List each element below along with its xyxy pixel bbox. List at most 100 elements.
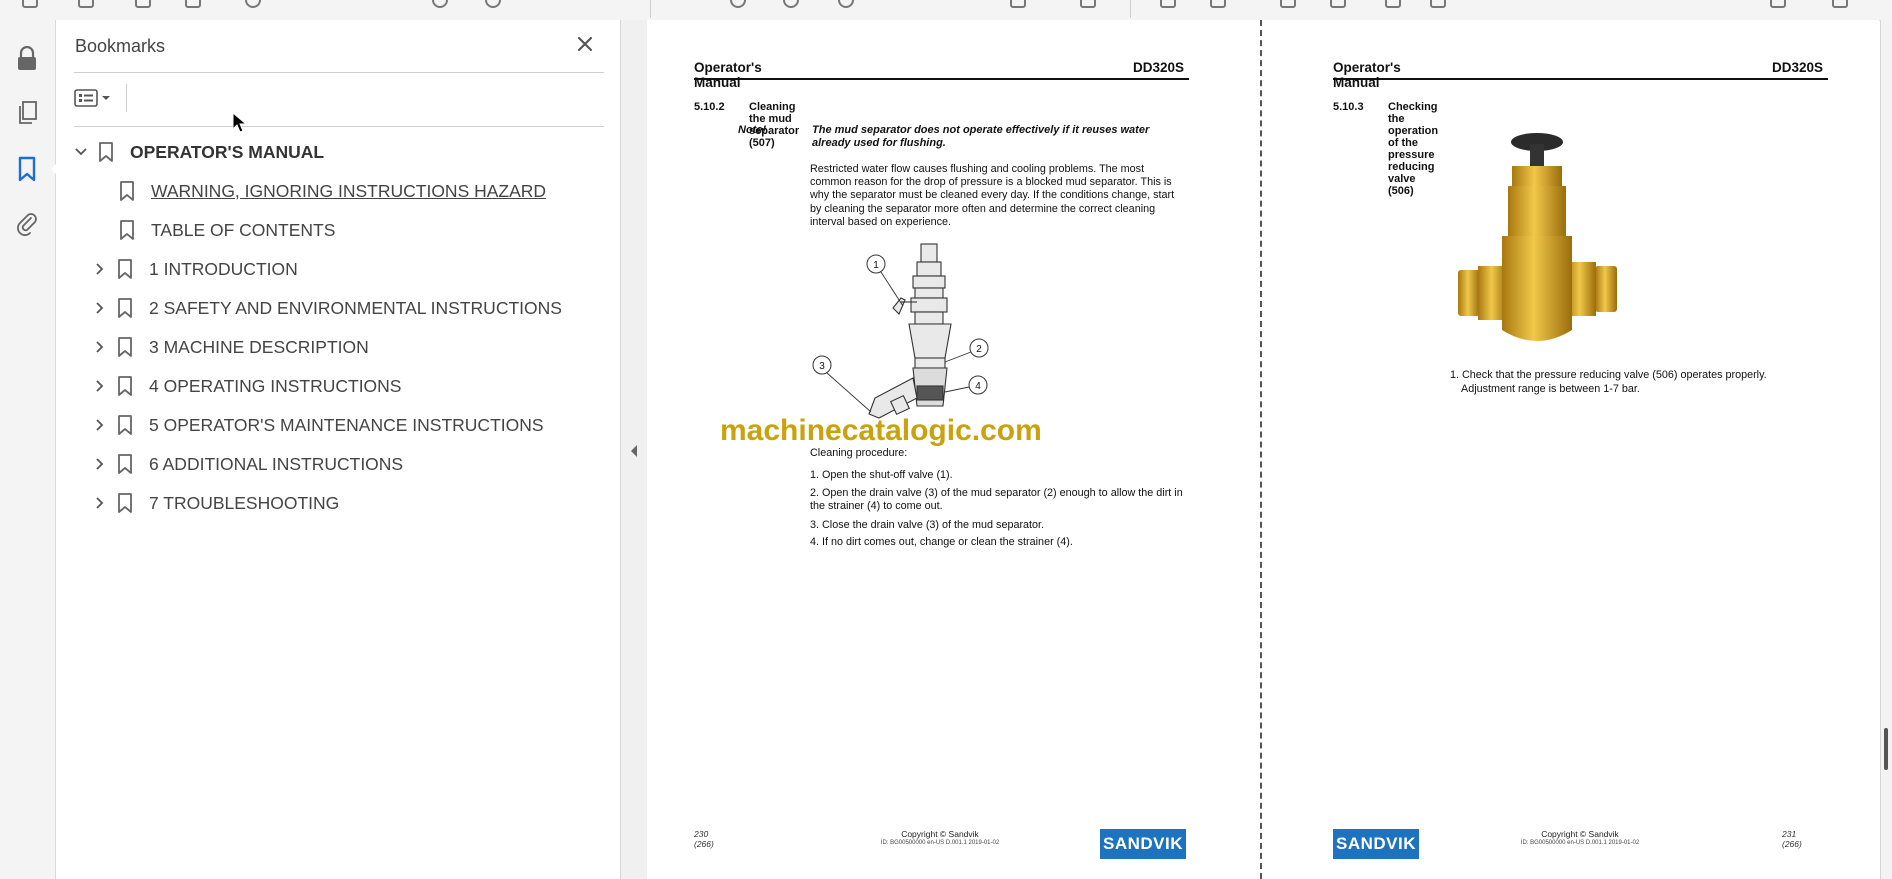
pressure-reducing-valve-illustration [1458,133,1617,341]
bookmark-item-operating-instructions[interactable]: 4 OPERATING INSTRUCTIONS [89,372,401,400]
chevron-right-icon[interactable] [89,336,111,358]
page-number: 230 (266) [694,829,714,849]
previous-page-icon[interactable] [432,0,448,8]
fit-page-icon[interactable] [838,0,854,8]
bookmark-icon [115,257,135,281]
callout-2: 2 [976,344,982,355]
collapse-left-icon[interactable] [628,442,640,460]
callout-3: 3 [819,361,825,372]
header-title: Operator's Manual [694,60,762,90]
note-text: The mud separator does not operate effec… [812,124,1150,149]
procedure-step: 2. Open the drain valve (3) of the mud s… [810,487,1183,513]
header-rule [694,78,1189,80]
bookmark-label: WARNING, IGNORING INSTRUCTIONS HAZARD [151,180,547,201]
bookmark-item-troubleshooting[interactable]: 7 TROUBLESHOOTING [89,489,339,517]
bookmark-icon[interactable] [78,0,94,8]
attachments-icon[interactable] [14,210,40,236]
bookmarks-panel-icon[interactable] [14,156,58,182]
share-icon[interactable] [1770,0,1786,8]
sandvik-logo: SANDVIK [1333,829,1419,859]
bookmark-item-maintenance[interactable]: 5 OPERATOR'S MAINTENANCE INSTRUCTIONS [89,411,544,439]
home-icon[interactable] [22,0,38,8]
bookmark-label: 3 MACHINE DESCRIPTION [149,336,369,357]
page-divider [1260,20,1262,879]
bookmark-item-introduction[interactable]: 1 INTRODUCTION [89,255,298,283]
chevron-right-icon[interactable] [89,414,111,436]
check-step: Adjustment range is between 1-7 bar. [1461,383,1640,395]
watermark-text: machinecatalogic.com [720,414,1042,447]
bookmark-icon [115,413,135,437]
pages-icon[interactable] [14,100,40,126]
mouse-cursor-icon [232,112,248,133]
divider [126,84,127,112]
draw-icon[interactable] [1080,0,1096,8]
logo-text: SANDVIK [1102,834,1183,853]
section-title: Checking the operation of the pressure r… [1388,101,1439,197]
close-icon [577,36,593,52]
bookmark-icon [115,491,135,515]
bookmark-icon [115,335,135,359]
panel-title: Bookmarks [75,36,166,56]
chevron-right-icon[interactable] [89,492,111,514]
bookmark-item-operators-manual[interactable]: OPERATOR'S MANUAL [70,138,324,166]
highlight-icon[interactable] [1210,0,1226,8]
bookmark-icon [115,296,135,320]
header-model: DD320S [1133,60,1185,75]
chevron-down-icon[interactable] [70,141,92,163]
next-page-icon[interactable] [485,0,501,8]
chevron-right-icon[interactable] [89,258,111,280]
list-options-icon [74,89,98,107]
left-navigation-rail [0,20,58,879]
print-icon[interactable] [185,0,201,8]
bookmark-label: OPERATOR'S MANUAL [130,141,325,162]
bookmark-label: 6 ADDITIONAL INSTRUCTIONS [149,453,404,474]
logo-text: SANDVIK [1335,834,1416,853]
chevron-right-icon[interactable] [89,453,111,475]
erase-icon[interactable] [1385,0,1401,8]
undo-icon[interactable] [1430,0,1446,8]
lock-icon[interactable] [14,46,40,72]
bookmark-item-table-of-contents[interactable]: TABLE OF CONTENTS [113,216,335,244]
document-id: ID: BG00500000 en-US D.001.1 2019-01-02 [880,840,1000,846]
header-rule [1333,78,1828,80]
zoom-in-icon[interactable] [783,0,799,8]
bookmark-item-machine-description[interactable]: 3 MACHINE DESCRIPTION [89,333,369,361]
header-title: Operator's Manual [1333,60,1401,90]
bookmark-item-additional[interactable]: 6 ADDITIONAL INSTRUCTIONS [89,450,403,478]
bookmark-icon [115,452,135,476]
rotate-icon[interactable] [1010,0,1026,8]
panel-collapse-strip [621,20,648,879]
section-number: 5.10.3 [1333,101,1364,113]
sign-icon[interactable] [1330,0,1346,8]
sandvik-logo: SANDVIK [1100,829,1186,859]
callout-4: 4 [975,381,981,392]
bookmark-label: 2 SAFETY AND ENVIRONMENTAL INSTRUCTIONS [149,297,562,318]
upload-icon[interactable] [135,0,151,8]
bookmark-label: 4 OPERATING INSTRUCTIONS [149,375,402,396]
procedure-step: 4. If no dirt comes out, change or clean… [810,536,1073,548]
divider [74,72,604,73]
chevron-right-icon[interactable] [89,375,111,397]
search-icon[interactable] [245,0,261,8]
check-step: 1. Check that the pressure reducing valv… [1450,369,1767,381]
scrollbar-thumb[interactable] [1884,728,1888,770]
chevron-right-icon[interactable] [89,297,111,319]
close-panel-button[interactable] [573,32,597,56]
callout-1: 1 [873,260,879,271]
bookmark-item-warning[interactable]: WARNING, IGNORING INSTRUCTIONS HAZARD [113,177,546,205]
bookmark-label: 1 INTRODUCTION [149,258,298,279]
menu-icon[interactable] [1832,0,1848,8]
procedure-step: 1. Open the shut-off valve (1). [810,469,953,481]
vertical-scrollbar[interactable] [1880,20,1892,879]
bookmark-item-safety[interactable]: 2 SAFETY AND ENVIRONMENTAL INSTRUCTIONS [89,294,562,322]
zoom-out-icon[interactable] [730,0,746,8]
copyright: Copyright © Sandvik [1541,829,1619,839]
toolbar-divider [1130,0,1131,18]
stamp-icon[interactable] [1280,0,1296,8]
mud-separator-illustration: 1 2 3 4 [812,243,989,419]
bookmark-options-button[interactable] [74,84,120,112]
bookmark-icon [115,374,135,398]
top-toolbar [0,0,1892,21]
comment-icon[interactable] [1160,0,1176,8]
header-model: DD320S [1772,60,1824,75]
